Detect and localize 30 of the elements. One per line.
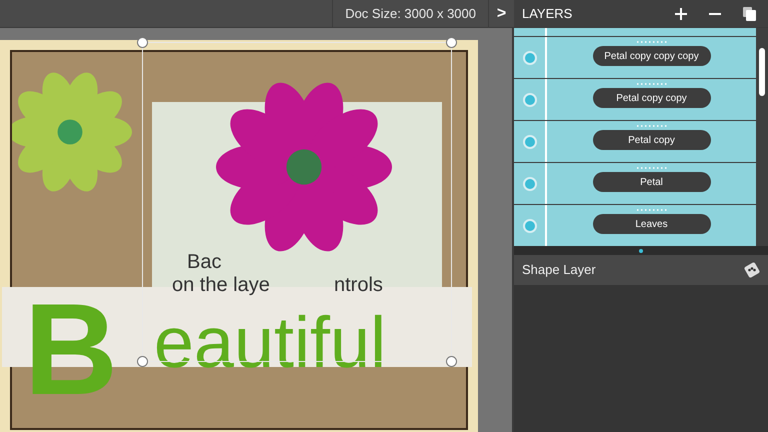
handle-icon[interactable] xyxy=(446,37,457,48)
scrollbar-thumb[interactable] xyxy=(759,48,765,96)
visibility-toggle[interactable] xyxy=(522,92,536,106)
layer-row[interactable]: Petal copy xyxy=(514,121,756,163)
layer-row[interactable]: Leaves xyxy=(514,205,756,246)
properties-title: Shape Layer xyxy=(522,261,597,280)
canvas-text: ntrols xyxy=(334,273,383,298)
canvas-title: eautiful xyxy=(154,303,386,383)
add-icon[interactable] xyxy=(675,8,687,20)
layer-name-pill[interactable]: Petal copy xyxy=(592,130,710,150)
duplicate-icon[interactable] xyxy=(743,6,756,20)
panel-splitter[interactable] xyxy=(514,246,768,255)
visibility-toggle[interactable] xyxy=(522,218,536,232)
doc-size-label: Doc Size: 3000 x 3000 xyxy=(345,4,476,23)
layer-row[interactable]: Petal copy copy copy xyxy=(514,37,756,79)
visibility-toggle[interactable] xyxy=(522,50,536,64)
dice-icon[interactable] xyxy=(744,262,760,278)
layer-row[interactable]: Petal xyxy=(514,163,756,205)
layer-name-pill[interactable]: Petal xyxy=(592,172,710,192)
panel-title: LAYERS xyxy=(522,4,574,23)
canvas-text: on the laye xyxy=(172,273,270,298)
visibility-toggle[interactable] xyxy=(522,176,536,190)
canvas-text: Bac xyxy=(187,250,222,275)
layer-name-pill[interactable]: Leaves xyxy=(592,214,710,234)
minus-icon[interactable] xyxy=(709,12,721,14)
layer-name-pill[interactable]: Petal copy copy copy xyxy=(592,46,710,66)
layer-row[interactable]: Petal copy copy xyxy=(514,79,756,121)
layer-name-pill[interactable]: Petal copy copy xyxy=(592,88,710,108)
handle-icon[interactable] xyxy=(137,37,148,48)
visibility-toggle[interactable] xyxy=(522,134,536,148)
